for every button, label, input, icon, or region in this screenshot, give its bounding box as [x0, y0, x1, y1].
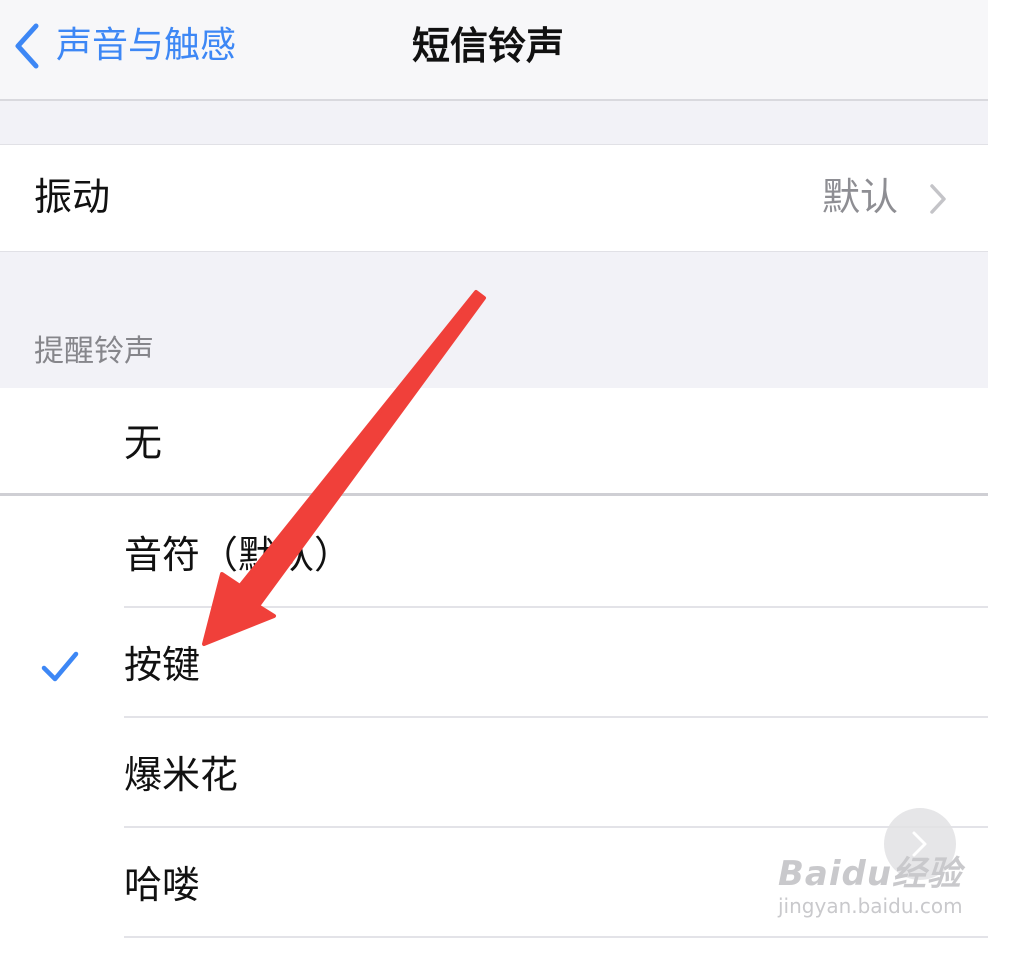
tone-row-note[interactable]: 音符（默认）: [0, 500, 988, 608]
tone-label: 爆米花: [124, 753, 239, 797]
separator: [124, 936, 988, 938]
tone-label: 音符（默认）: [124, 533, 353, 577]
tone-row-popcorn[interactable]: 爆米花: [0, 720, 988, 828]
tone-label: 哈喽: [124, 863, 201, 907]
separator: [124, 826, 988, 828]
baidu-watermark: Baidu经验 jingyan.baidu.com: [778, 854, 978, 918]
chevron-right-icon: [930, 184, 946, 214]
alert-tones-header: 提醒铃声: [34, 334, 154, 369]
tone-row-keys[interactable]: 按键: [0, 610, 988, 718]
tone-row-none[interactable]: 无: [0, 388, 988, 496]
separator: [0, 493, 988, 496]
vibration-label: 振动: [34, 175, 111, 219]
vibration-value: 默认: [821, 175, 898, 219]
page-title: 短信铃声: [0, 20, 988, 72]
watermark-url: jingyan.baidu.com: [778, 894, 963, 918]
tone-label: 无: [124, 421, 163, 465]
watermark-brand: Baidu经验: [778, 854, 963, 894]
tone-label: 按键: [124, 643, 201, 687]
separator: [124, 606, 988, 608]
separator: [124, 716, 988, 718]
vibration-row[interactable]: 振动 默认: [0, 144, 988, 252]
checkmark-icon: [41, 651, 79, 682]
page-title-text: 短信铃声: [411, 24, 564, 68]
settings-screen: 声音与触感 短信铃声 振动 默认 提醒铃声 无 音符（默认） 按键 爆米花 哈喽: [0, 0, 988, 960]
navigation-bar: 声音与触感 短信铃声: [0, 0, 988, 101]
